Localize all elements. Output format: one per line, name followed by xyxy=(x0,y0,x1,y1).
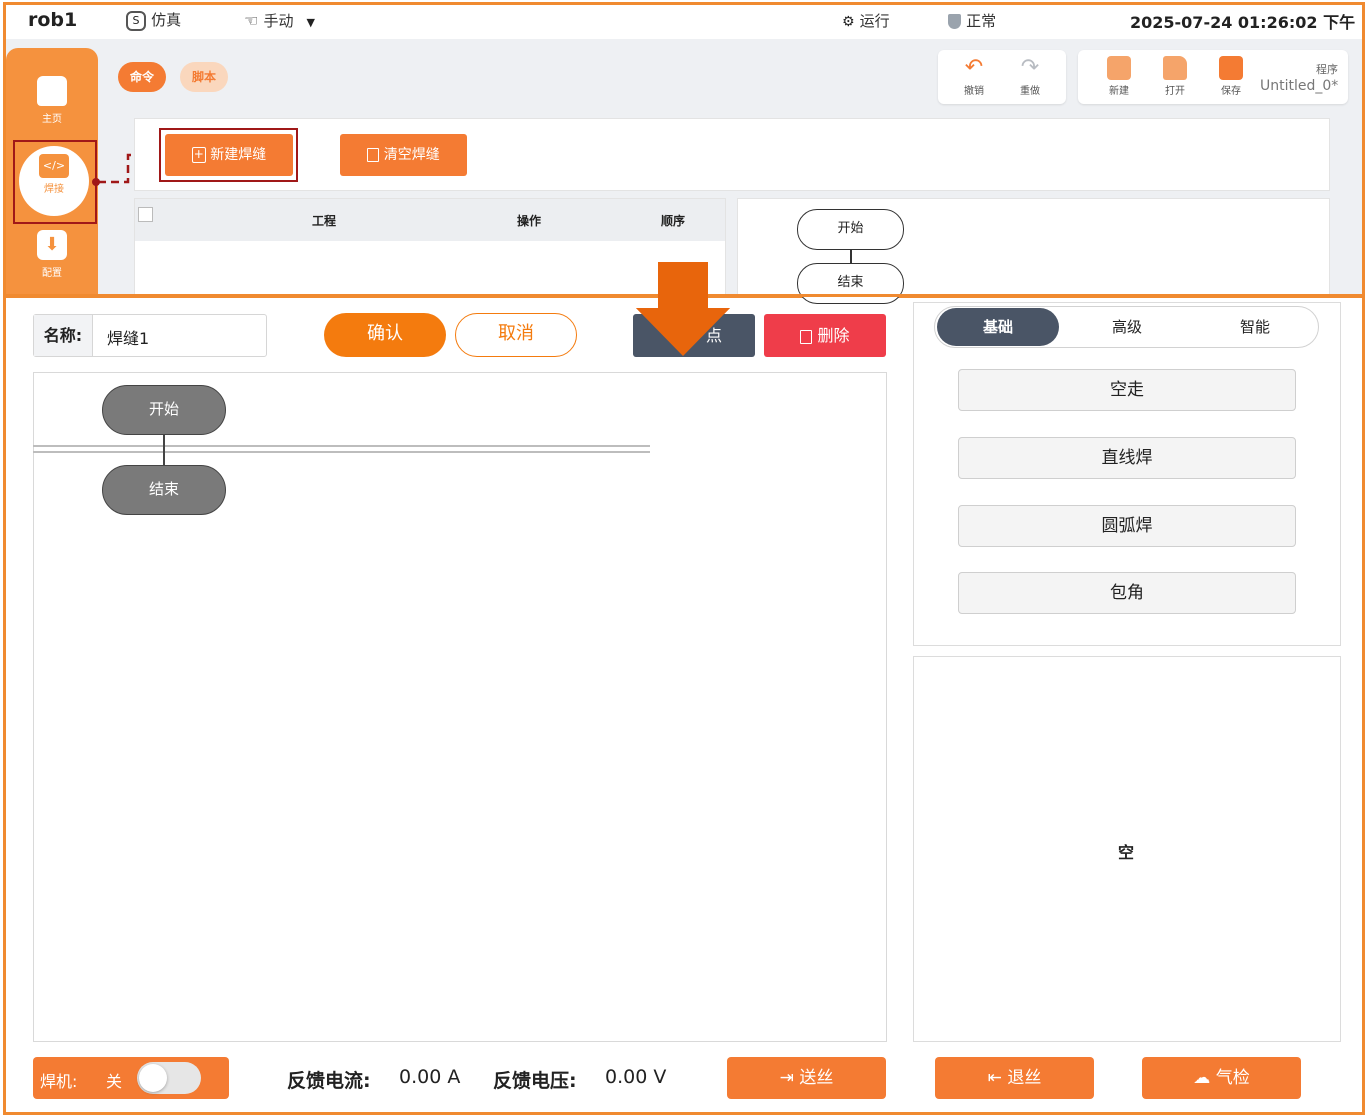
clear-weld-button[interactable]: 清空焊缝 xyxy=(340,134,467,176)
mini-flow-start[interactable]: 开始 xyxy=(797,209,904,250)
feed-wire-button[interactable]: ⇥ 送丝 xyxy=(727,1057,886,1099)
new-weld-button[interactable]: + 新建焊缝 xyxy=(165,134,293,176)
status-label: 正常 xyxy=(966,12,997,30)
weld-action-bar xyxy=(134,118,1330,191)
sim-label: 仿真 xyxy=(151,11,182,29)
feedback-voltage-label: 反馈电压: xyxy=(493,1070,577,1092)
sim-toggle[interactable]: S 仿真 xyxy=(126,9,181,31)
robot-arm-icon: ⚙ xyxy=(842,14,855,30)
sidebar-item-config[interactable]: ⬇ 配置 xyxy=(22,230,82,279)
trash-icon xyxy=(367,148,380,162)
name-input[interactable]: 焊缝1 xyxy=(107,325,149,349)
home-icon xyxy=(37,76,67,106)
retract-wire-button[interactable]: ⇤ 退丝 xyxy=(935,1057,1094,1099)
flow-separator-line xyxy=(33,451,650,453)
mini-flow-connector xyxy=(850,250,852,264)
gas-check-button[interactable]: ☁ 气检 xyxy=(1142,1057,1301,1099)
flow-connector xyxy=(163,433,165,465)
run-status: ⚙ 运行 xyxy=(842,10,890,31)
clear-weld-label: 清空焊缝 xyxy=(383,147,440,163)
mode-dropdown[interactable]: ☜ 手动 ▼ xyxy=(244,10,315,31)
empty-placeholder: 空 xyxy=(1118,843,1135,862)
tab-basic[interactable]: 基础 xyxy=(937,308,1059,346)
column-header-operation: 操作 xyxy=(517,214,542,228)
column-header-project: 工程 xyxy=(312,214,337,228)
name-label: 名称: xyxy=(34,315,93,356)
tab-command[interactable]: 命令 xyxy=(118,62,166,92)
feedback-voltage-value: 0.00 V xyxy=(605,1066,667,1088)
new-label: 新建 xyxy=(1109,86,1129,97)
tab-script[interactable]: 脚本 xyxy=(180,62,228,92)
sidebar-item-home[interactable]: 主页 xyxy=(22,76,82,125)
welder-state-label: 关 xyxy=(106,1072,123,1091)
hand-icon: ☜ xyxy=(244,11,259,30)
feedback-current-value: 0.00 A xyxy=(399,1066,461,1088)
undo-icon: ↶ xyxy=(964,55,984,80)
new-program-button[interactable]: 新建 xyxy=(1096,56,1142,97)
redo-button[interactable]: ↷ 重做 xyxy=(1007,55,1053,98)
sidebar-item-label: 配置 xyxy=(42,268,62,279)
select-all-checkbox[interactable] xyxy=(138,207,153,222)
open-program-button[interactable]: 打开 xyxy=(1152,56,1198,97)
confirm-button[interactable]: 确认 xyxy=(324,313,446,357)
program-name: Untitled_0* xyxy=(1260,78,1339,94)
toggle-knob xyxy=(139,1064,167,1092)
welder-toggle[interactable] xyxy=(137,1062,201,1094)
download-icon: ⬇ xyxy=(37,230,67,260)
command-arc-weld-button[interactable]: 圆弧焊 xyxy=(958,505,1296,547)
sidebar-item-label: 焊接 xyxy=(44,184,64,195)
program-label: 程序 xyxy=(1316,63,1338,76)
command-air-move-button[interactable]: 空走 xyxy=(958,369,1296,411)
tab-smart[interactable]: 智能 xyxy=(1194,308,1316,346)
tab-advanced[interactable]: 高级 xyxy=(1066,308,1188,346)
transition-arrow-overlay-icon xyxy=(636,262,730,356)
robot-name[interactable]: rob1 xyxy=(28,9,77,31)
flow-separator-line xyxy=(33,445,650,447)
undo-button[interactable]: ↶ 撤销 xyxy=(951,55,997,98)
weld-table-header xyxy=(135,199,725,241)
retract-wire-label: 退丝 xyxy=(1007,1068,1042,1088)
run-label: 运行 xyxy=(859,12,890,30)
sim-icon: S xyxy=(126,10,146,31)
sidebar-item-label: 主页 xyxy=(42,114,62,125)
wire-feed-icon: ⇥ xyxy=(779,1068,794,1088)
undo-label: 撤销 xyxy=(964,86,984,97)
save-label: 保存 xyxy=(1221,86,1241,97)
shield-icon xyxy=(948,14,961,29)
cancel-button[interactable]: 取消 xyxy=(455,313,577,357)
trash-icon xyxy=(800,329,813,344)
datetime: 2025-07-24 01:26:02 下午 xyxy=(1130,13,1356,32)
flow-node-end[interactable]: 结束 xyxy=(102,465,226,515)
wire-retract-icon: ⇤ xyxy=(987,1068,1002,1088)
flow-node-start[interactable]: 开始 xyxy=(102,385,226,435)
sidebar-item-welding[interactable]: </> 焊接 xyxy=(19,146,89,216)
delete-button[interactable]: 删除 xyxy=(764,314,886,357)
redo-icon: ↷ xyxy=(1020,55,1040,80)
chevron-down-icon: ▼ xyxy=(306,16,316,29)
folder-icon xyxy=(1163,56,1187,80)
plus-file-icon: + xyxy=(191,147,206,163)
new-weld-label: 新建焊缝 xyxy=(210,147,267,163)
code-icon: </> xyxy=(39,154,69,178)
redo-label: 重做 xyxy=(1020,86,1040,97)
feedback-current-label: 反馈电流: xyxy=(287,1070,371,1092)
gas-check-label: 气检 xyxy=(1215,1068,1250,1088)
column-header-order: 顺序 xyxy=(661,214,686,228)
feed-wire-label: 送丝 xyxy=(799,1068,834,1088)
mode-label: 手动 xyxy=(263,12,294,30)
new-file-icon xyxy=(1107,56,1131,80)
welder-label: 焊机: xyxy=(40,1072,78,1091)
save-program-button[interactable]: 保存 xyxy=(1208,56,1254,97)
command-wrap-corner-button[interactable]: 包角 xyxy=(958,572,1296,614)
health-status: 正常 xyxy=(948,10,996,31)
delete-label: 删除 xyxy=(817,326,850,345)
gas-cloud-icon: ☁ xyxy=(1193,1068,1211,1088)
open-label: 打开 xyxy=(1165,86,1185,97)
save-icon xyxy=(1219,56,1243,80)
command-linear-weld-button[interactable]: 直线焊 xyxy=(958,437,1296,479)
